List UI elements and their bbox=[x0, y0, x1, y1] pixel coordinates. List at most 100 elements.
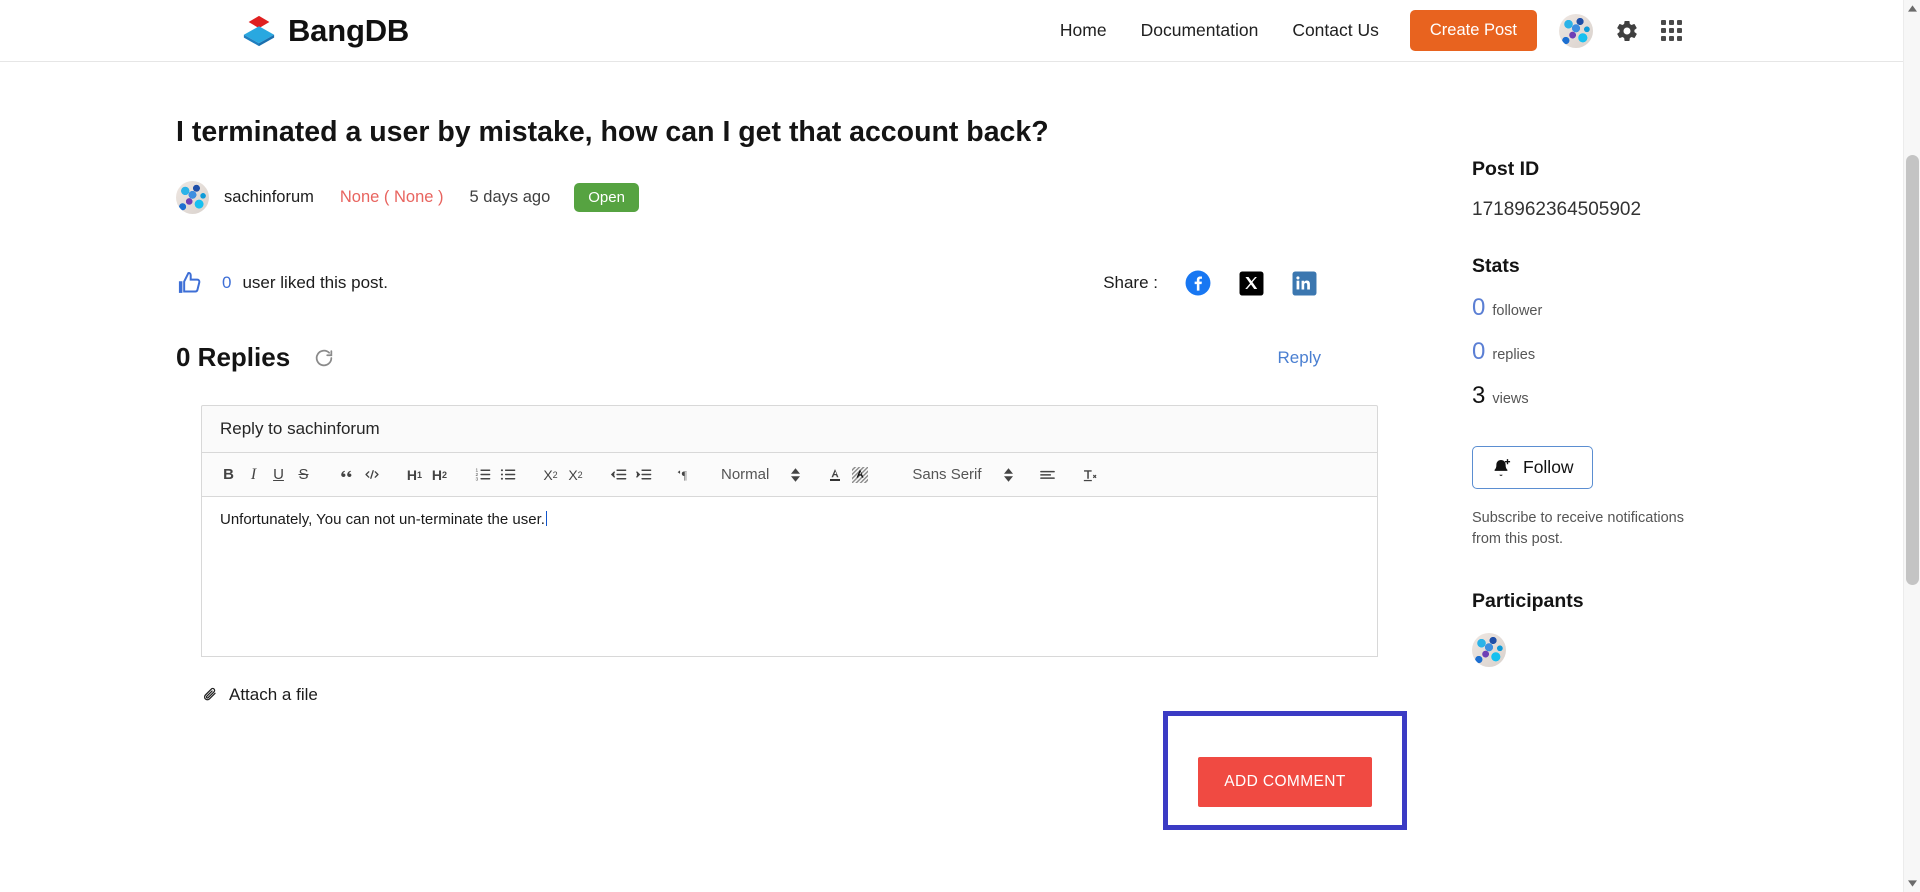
heading-2-button[interactable]: H2 bbox=[427, 461, 452, 489]
post-timestamp: 5 days ago bbox=[469, 188, 551, 207]
format-select-value: Normal bbox=[721, 466, 770, 484]
text-caret bbox=[545, 511, 547, 527]
share-group: Share : bbox=[1103, 270, 1376, 296]
superscript-index: 2 bbox=[577, 469, 583, 480]
create-post-button[interactable]: Create Post bbox=[1409, 10, 1537, 51]
stats-block: Stats 0 follower 0 replies 3 views bbox=[1472, 255, 1706, 410]
svg-text:3: 3 bbox=[475, 476, 478, 482]
strikethrough-button[interactable]: S bbox=[291, 461, 316, 489]
nav-right-group: Home Documentation Contact Us Create Pos… bbox=[1043, 10, 1682, 51]
italic-button[interactable]: I bbox=[241, 461, 266, 489]
facebook-icon[interactable] bbox=[1185, 270, 1211, 296]
background-color-icon[interactable] bbox=[847, 461, 872, 489]
follow-button-label: Follow bbox=[1523, 457, 1574, 477]
user-avatar[interactable] bbox=[1559, 13, 1593, 48]
page-content: I terminated a user by mistake, how can … bbox=[0, 62, 1920, 705]
refresh-icon[interactable] bbox=[313, 347, 335, 369]
add-comment-highlight: ADD COMMENT bbox=[1163, 711, 1407, 830]
attach-a-file-label: Attach a file bbox=[229, 685, 318, 705]
format-select[interactable]: Normal bbox=[717, 461, 804, 489]
align-left-icon[interactable] bbox=[1035, 461, 1060, 489]
nav-link-contact-us[interactable]: Contact Us bbox=[1275, 20, 1396, 41]
nav-link-documentation[interactable]: Documentation bbox=[1124, 20, 1276, 41]
subscript-index: 2 bbox=[552, 469, 558, 480]
editor-toolbar: B I U S H 1 H 2 1 2 3 X 2 X 2 ¶ Normal S… bbox=[201, 453, 1378, 498]
scrollbar-thumb[interactable] bbox=[1906, 155, 1919, 585]
like-count: 0 bbox=[222, 273, 232, 293]
bell-plus-icon bbox=[1491, 458, 1511, 478]
superscript-button[interactable]: X2 bbox=[563, 461, 588, 489]
stat-replies: 0 replies bbox=[1472, 338, 1706, 366]
post-meta: sachinforum None ( None ) 5 days ago Ope… bbox=[176, 181, 1376, 215]
superscript-label: X bbox=[568, 466, 578, 483]
replies-header-row: 0 Replies Reply bbox=[176, 342, 1376, 373]
subscript-label: X bbox=[543, 466, 553, 483]
reply-body-editor[interactable]: Unfortunately, You can not un-terminate … bbox=[201, 497, 1378, 658]
follow-button[interactable]: Follow bbox=[1472, 446, 1593, 489]
like-text: user liked this post. bbox=[242, 273, 388, 293]
brand-logo-link[interactable]: BangDB bbox=[240, 14, 409, 48]
stat-replies-label: replies bbox=[1492, 347, 1536, 363]
reply-link[interactable]: Reply bbox=[1278, 348, 1321, 368]
post-id-value: 1718962364505902 bbox=[1472, 199, 1642, 220]
paperclip-icon bbox=[201, 686, 219, 704]
font-family-select[interactable]: Sans Serif bbox=[908, 461, 1016, 489]
scroll-up-icon[interactable] bbox=[1904, 0, 1920, 17]
heading-2-level: 2 bbox=[442, 469, 448, 480]
top-navigation-bar: BangDB Home Documentation Contact Us Cre… bbox=[0, 0, 1920, 62]
post-sidebar: Post ID 1718962364505902 Stats 0 followe… bbox=[1376, 62, 1706, 705]
grid-apps-icon[interactable] bbox=[1661, 20, 1682, 41]
gear-icon[interactable] bbox=[1615, 19, 1639, 43]
stat-followers-label: follower bbox=[1492, 303, 1543, 319]
nav-link-home[interactable]: Home bbox=[1043, 20, 1124, 41]
font-family-select-value: Sans Serif bbox=[912, 466, 982, 484]
stat-views-label: views bbox=[1492, 391, 1529, 407]
bold-button[interactable]: B bbox=[216, 461, 241, 489]
heading-1-label: H bbox=[406, 466, 418, 483]
blockquote-icon[interactable] bbox=[334, 461, 359, 489]
page-scrollbar[interactable] bbox=[1903, 0, 1920, 892]
x-twitter-icon[interactable] bbox=[1239, 271, 1264, 296]
like-and-share-row: 0 user liked this post. Share : bbox=[176, 266, 1376, 300]
chevron-updown-icon bbox=[791, 467, 801, 482]
follow-note: Subscribe to receive notifications from … bbox=[1472, 510, 1684, 548]
page-title: I terminated a user by mistake, how can … bbox=[176, 116, 1049, 148]
thumbs-up-icon[interactable] bbox=[176, 269, 204, 297]
stat-replies-value: 0 bbox=[1472, 338, 1486, 365]
text-direction-icon[interactable]: ¶ bbox=[674, 461, 699, 489]
heading-1-button[interactable]: H1 bbox=[402, 461, 427, 489]
subscript-button[interactable]: X2 bbox=[538, 461, 563, 489]
heading-2-label: H bbox=[431, 466, 443, 483]
font-color-icon[interactable] bbox=[822, 461, 847, 489]
brand-name: BangDB bbox=[288, 13, 410, 48]
outdent-icon[interactable] bbox=[606, 461, 631, 489]
reply-body-text: Unfortunately, You can not un-terminate … bbox=[220, 511, 545, 529]
reply-to-input[interactable]: Reply to sachinforum bbox=[201, 405, 1378, 454]
stat-views-value: 3 bbox=[1472, 382, 1486, 409]
clear-formatting-icon[interactable] bbox=[1078, 461, 1103, 489]
stat-followers: 0 follower bbox=[1472, 294, 1706, 322]
stats-heading: Stats bbox=[1472, 255, 1520, 277]
underline-button[interactable]: U bbox=[266, 461, 291, 489]
bullet-list-icon[interactable] bbox=[495, 461, 520, 489]
post-author[interactable]: sachinforum bbox=[224, 188, 314, 207]
participant-avatar[interactable] bbox=[1472, 633, 1506, 668]
stat-followers-value: 0 bbox=[1472, 294, 1486, 321]
ordered-list-icon[interactable]: 1 2 3 bbox=[470, 461, 495, 489]
heading-1-level: 1 bbox=[417, 469, 423, 480]
post-id-heading: Post ID bbox=[1472, 158, 1540, 180]
avatar[interactable] bbox=[176, 181, 209, 215]
reply-editor: Reply to sachinforum B I U S H 1 H 2 1 2… bbox=[201, 405, 1378, 658]
code-icon[interactable] bbox=[359, 461, 384, 489]
indent-icon[interactable] bbox=[631, 461, 656, 489]
linkedin-icon[interactable] bbox=[1292, 271, 1317, 296]
share-label: Share : bbox=[1103, 273, 1158, 293]
post-category: None ( None ) bbox=[339, 188, 444, 207]
chevron-updown-icon bbox=[1003, 467, 1013, 482]
add-comment-button[interactable]: ADD COMMENT bbox=[1198, 756, 1372, 807]
svg-text:¶: ¶ bbox=[682, 470, 687, 482]
scroll-down-icon[interactable] bbox=[1904, 875, 1920, 892]
status-badge[interactable]: Open bbox=[574, 183, 639, 213]
participants-heading: Participants bbox=[1472, 590, 1584, 613]
attach-a-file-button[interactable]: Attach a file bbox=[201, 685, 318, 705]
